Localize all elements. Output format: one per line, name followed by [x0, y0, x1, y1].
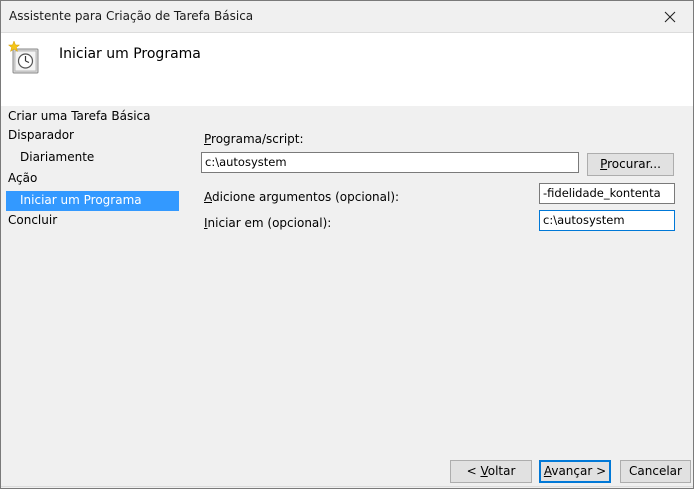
program-label-rest: rograma/script: [211, 132, 304, 146]
next-rest: vançar > [551, 464, 607, 478]
close-icon [664, 11, 676, 22]
back-button[interactable]: < Voltar [450, 460, 532, 483]
bottom-divider [1, 486, 693, 487]
args-label-mnemonic: A [204, 190, 212, 204]
program-script-label: Programa/script: [204, 132, 304, 146]
step-iniciar-programa[interactable]: Iniciar um Programa [6, 191, 179, 211]
cancel-button[interactable]: Cancelar [620, 460, 691, 483]
browse-button[interactable]: Procurar... [587, 153, 674, 176]
back-rest: oltar [487, 464, 516, 478]
step-concluir[interactable]: Concluir [8, 211, 57, 231]
next-button[interactable]: Avançar > [539, 460, 611, 483]
program-label-mnemonic: P [204, 132, 212, 146]
wizard-steps: Criar uma Tarefa Básica Disparador Diari… [1, 106, 185, 456]
page-title: Iniciar um Programa [59, 46, 201, 62]
step-diariamente[interactable]: Diariamente [20, 148, 94, 168]
step-criar-tarefa[interactable]: Criar uma Tarefa Básica [8, 107, 150, 127]
task-scheduler-clock-icon [8, 40, 39, 74]
close-button[interactable] [647, 1, 693, 32]
start-in-label: Iniciar em (opcional): [204, 216, 331, 230]
args-label-rest: dicione argumentos (opcional): [212, 190, 400, 204]
back-mnemonic: V [480, 464, 488, 478]
title-bar: Assistente para Criação de Tarefa Básica [1, 1, 693, 32]
startin-label-rest: niciar em (opcional): [207, 216, 332, 230]
step-acao[interactable]: Ação [8, 169, 37, 189]
wizard-header: Iniciar um Programa [1, 32, 693, 106]
step-disparador[interactable]: Disparador [8, 126, 74, 146]
window-title: Assistente para Criação de Tarefa Básica [9, 9, 254, 23]
back-pre: < [466, 464, 481, 478]
arguments-input[interactable]: -fidelidade_kontenta [539, 183, 675, 204]
start-in-input[interactable]: c:\autosystem [539, 210, 675, 231]
wizard-window: Assistente para Criação de Tarefa Básica… [0, 0, 694, 489]
arguments-label: Adicione argumentos (opcional): [204, 190, 399, 204]
browse-rest: rocurar... [607, 157, 661, 171]
program-script-input[interactable]: c:\autosystem [201, 152, 579, 173]
